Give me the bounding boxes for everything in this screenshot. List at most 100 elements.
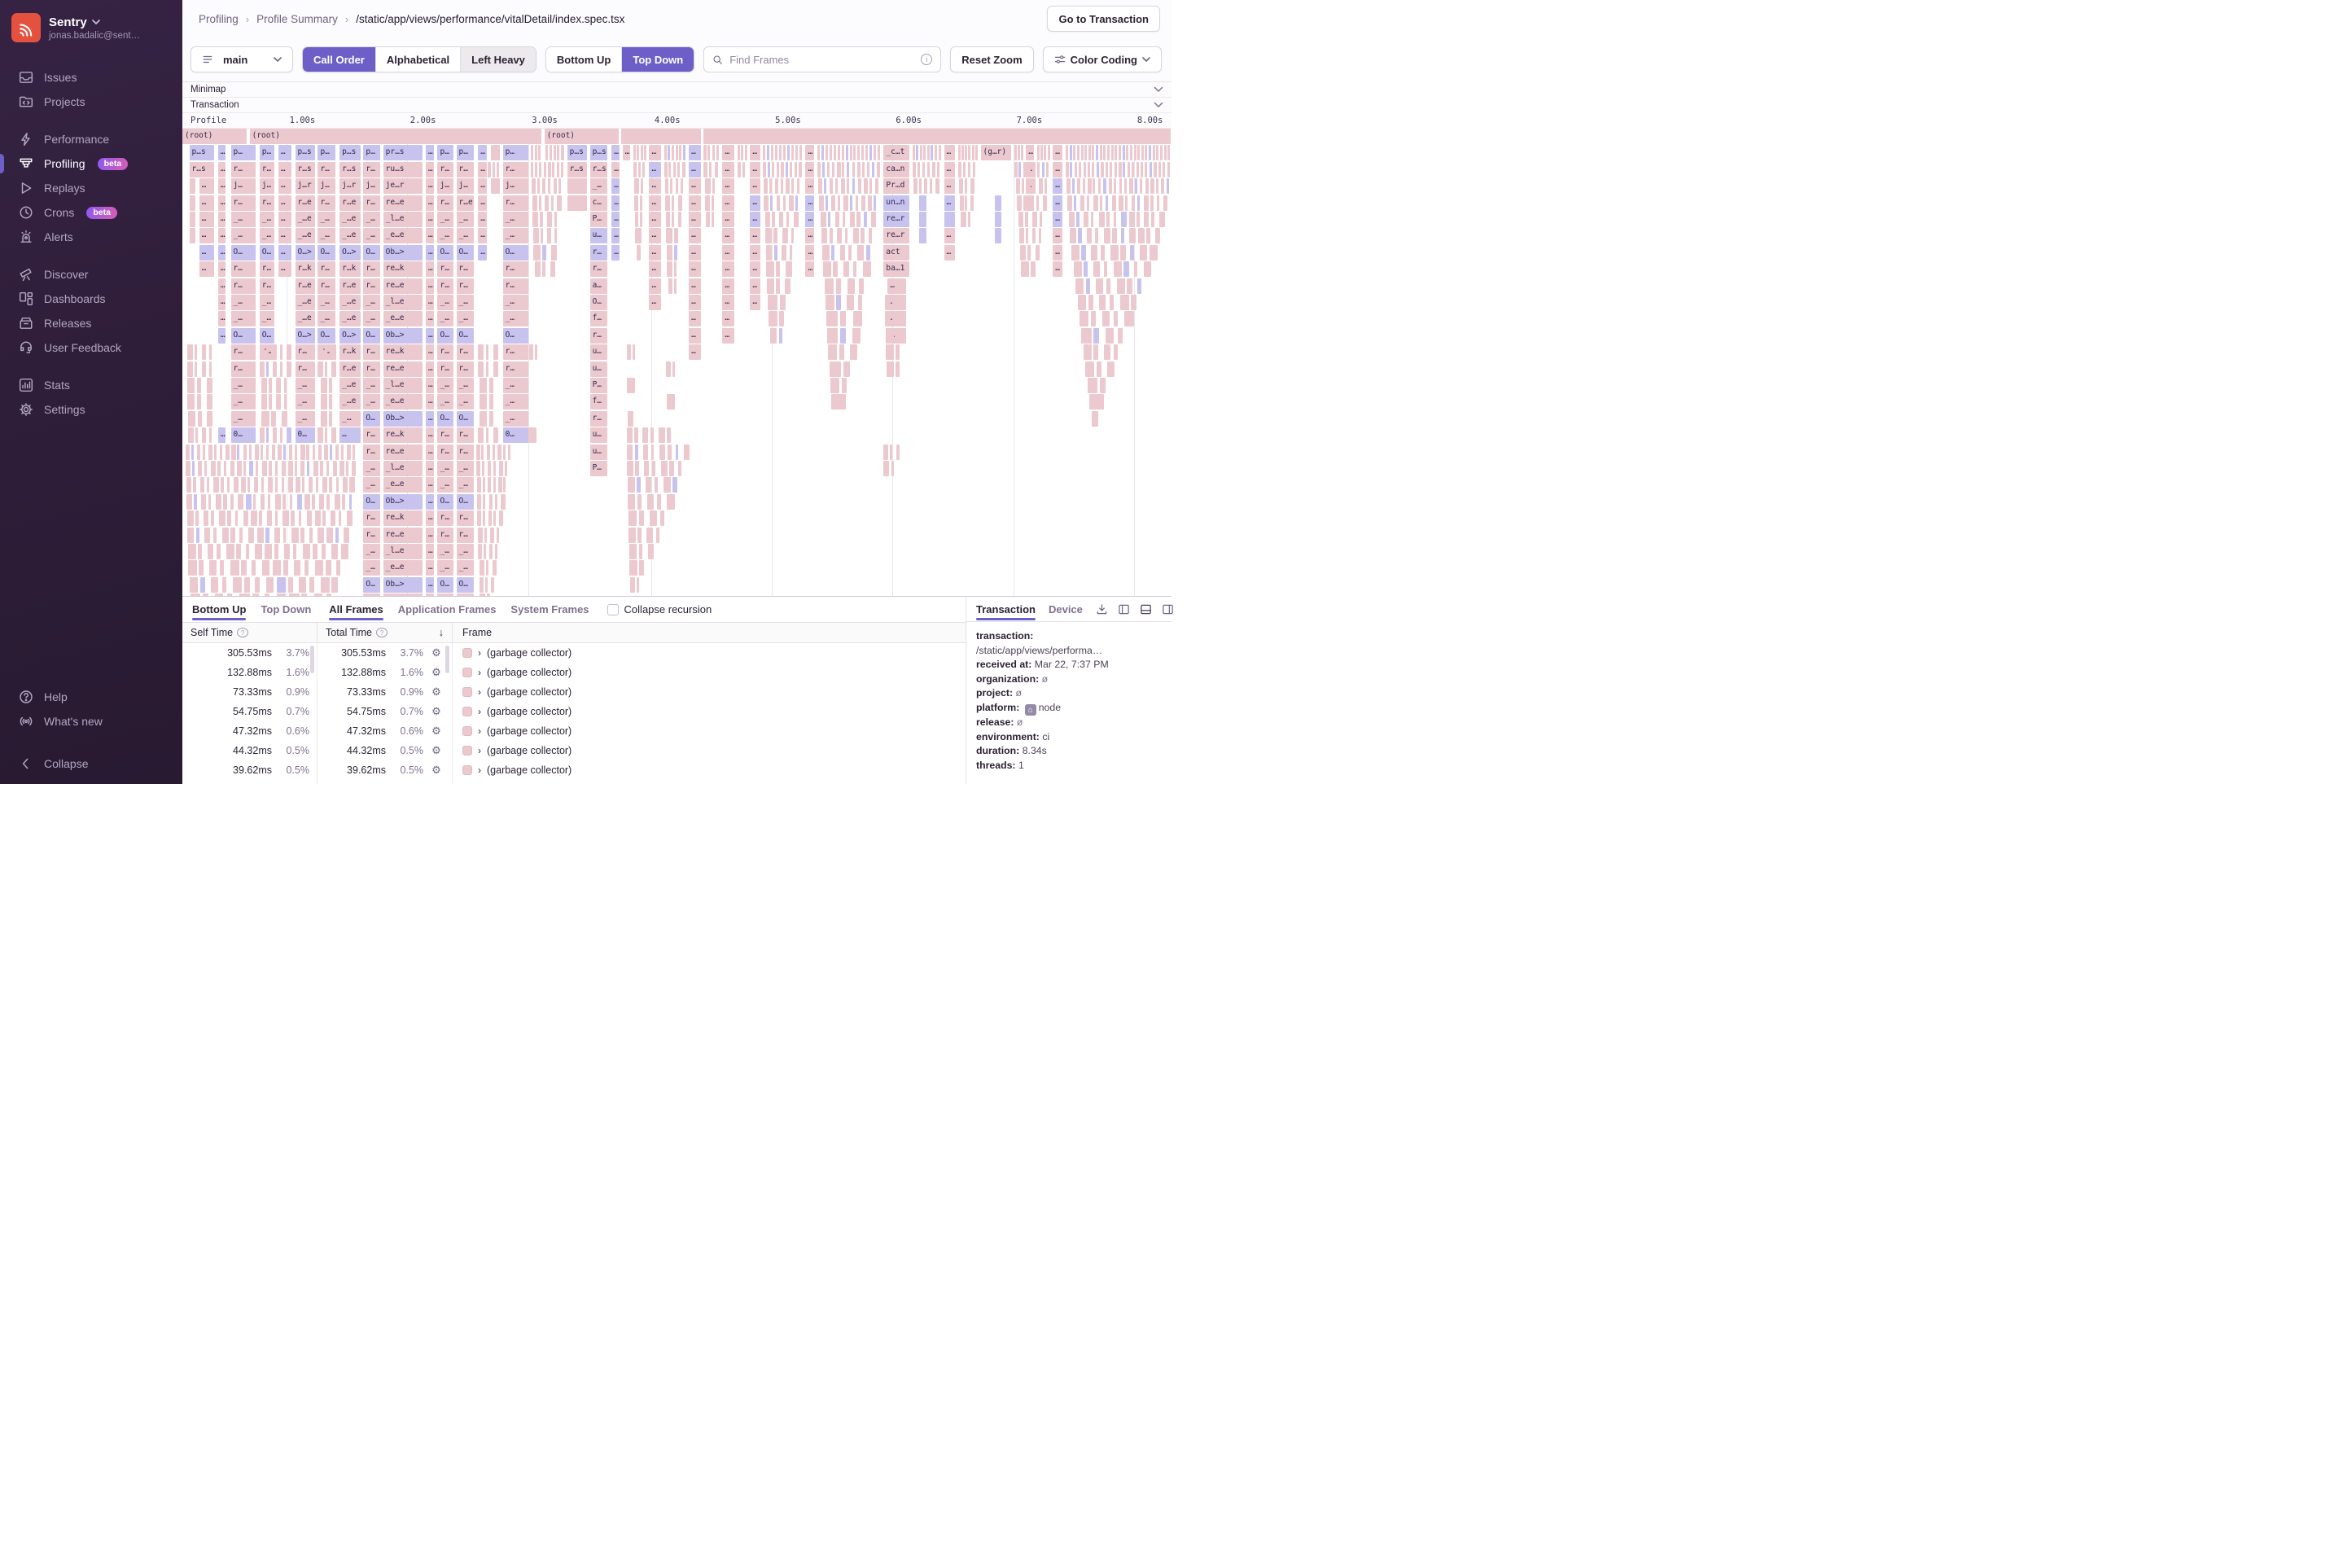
flame-frame[interactable]: [763, 162, 766, 177]
flame-frame[interactable]: …: [1026, 145, 1034, 160]
flame-frame[interactable]: [1157, 195, 1159, 211]
flame-frame[interactable]: [637, 528, 642, 543]
flame-frame[interactable]: [775, 145, 777, 160]
flame-frame[interactable]: [331, 510, 335, 526]
flame-frame[interactable]: _…: [231, 228, 256, 243]
flame-frame[interactable]: [202, 427, 206, 443]
flame-frame[interactable]: …: [426, 544, 434, 559]
flame-frame[interactable]: [197, 378, 201, 393]
flame-frame[interactable]: [1087, 228, 1093, 243]
flame-frame[interactable]: [657, 494, 660, 510]
flame-frame[interactable]: [1119, 195, 1123, 211]
flame-frame[interactable]: r…: [260, 195, 274, 211]
flame-frame[interactable]: [307, 510, 313, 526]
flame-frame[interactable]: [1021, 261, 1029, 277]
flame-frame[interactable]: [913, 178, 917, 194]
sidebar-item-performance[interactable]: Performance: [0, 127, 182, 151]
flame-frame[interactable]: [480, 394, 488, 410]
flame-frame[interactable]: …: [722, 245, 734, 261]
flame-frame[interactable]: …: [689, 178, 701, 194]
flame-frame[interactable]: [252, 593, 259, 597]
flame-frame[interactable]: [790, 245, 792, 261]
flame-frame[interactable]: _…: [437, 477, 453, 493]
flame-frame[interactable]: [968, 145, 970, 160]
flame-frame[interactable]: [1074, 261, 1082, 277]
flame-frame[interactable]: [666, 228, 672, 243]
flame-frame[interactable]: [917, 162, 920, 177]
flame-frame[interactable]: r…: [318, 195, 335, 211]
flame-frame[interactable]: [771, 145, 773, 160]
flame-frame[interactable]: _…: [231, 378, 256, 393]
flame-frame[interactable]: [260, 344, 265, 360]
color-coding-button[interactable]: Color Coding: [1043, 46, 1162, 72]
flame-frame[interactable]: _…: [363, 560, 380, 576]
flame-frame[interactable]: [485, 577, 488, 593]
flame-frame[interactable]: [972, 145, 974, 160]
flame-frame[interactable]: [1075, 278, 1084, 294]
flame-frame[interactable]: [935, 145, 937, 160]
flame-frame[interactable]: …: [611, 145, 620, 160]
flame-frame[interactable]: [817, 145, 820, 160]
flame-frame[interactable]: [531, 162, 534, 177]
flame-frame[interactable]: [313, 445, 315, 460]
flame-frame[interactable]: [835, 212, 839, 227]
flame-frame[interactable]: [968, 162, 970, 177]
flame-frame[interactable]: [342, 494, 345, 510]
flame-frame[interactable]: [222, 528, 229, 543]
flame-frame[interactable]: O…: [260, 328, 274, 344]
flame-frame[interactable]: …: [218, 145, 226, 160]
flame-frame[interactable]: …: [649, 278, 661, 294]
flame-frame[interactable]: [826, 145, 828, 160]
flame-frame[interactable]: [958, 145, 961, 160]
flame-frame[interactable]: [1115, 145, 1117, 160]
gear-icon[interactable]: ⚙: [428, 705, 445, 718]
flame-frame[interactable]: [266, 344, 269, 360]
flame-frame[interactable]: [621, 129, 700, 144]
flame-frame[interactable]: [478, 361, 484, 377]
flame-frame[interactable]: [1040, 212, 1042, 227]
flame-frame[interactable]: [275, 510, 278, 526]
flame-frame[interactable]: _…e: [339, 378, 361, 393]
flame-frame[interactable]: …: [750, 278, 760, 294]
flame-frame[interactable]: [679, 145, 681, 160]
flame-frame[interactable]: O…: [590, 295, 608, 310]
sidebar-item-crons[interactable]: Cronsbeta: [0, 200, 182, 225]
flame-frame[interactable]: r…: [296, 361, 315, 377]
flame-frame[interactable]: _…e: [339, 311, 361, 326]
flame-frame[interactable]: [795, 162, 797, 177]
flame-frame[interactable]: [219, 510, 226, 526]
flame-frame[interactable]: [886, 328, 894, 344]
flame-frame[interactable]: …: [478, 212, 487, 227]
flame-frame[interactable]: [554, 178, 558, 194]
flame-frame[interactable]: …: [1053, 212, 1062, 227]
flame-frame[interactable]: act: [883, 245, 909, 261]
flame-frame[interactable]: [1150, 162, 1152, 177]
flame-frame[interactable]: [817, 162, 821, 177]
flame-frame[interactable]: [635, 212, 638, 227]
flame-frame[interactable]: [268, 477, 273, 493]
flame-frame[interactable]: [919, 195, 926, 211]
flame-frame[interactable]: [785, 278, 790, 294]
flame-frame[interactable]: [321, 577, 330, 593]
flame-frame[interactable]: [1167, 162, 1170, 177]
flame-frame[interactable]: [828, 344, 837, 360]
flame-frame[interactable]: r…: [437, 427, 453, 443]
flame-frame[interactable]: [352, 461, 356, 476]
flame-frame[interactable]: …: [649, 162, 661, 177]
flame-frame[interactable]: [550, 145, 552, 160]
flame-frame[interactable]: …: [689, 278, 701, 294]
flame-frame[interactable]: [628, 510, 637, 526]
flame-frame[interactable]: [1103, 178, 1106, 194]
flame-frame[interactable]: …: [278, 145, 291, 160]
flame-frame[interactable]: [1032, 162, 1036, 177]
frame-cell[interactable]: ›(garbage collector): [453, 721, 966, 741]
flame-frame[interactable]: [767, 278, 774, 294]
gear-icon[interactable]: ⚙: [428, 646, 445, 659]
flame-frame[interactable]: [274, 544, 278, 559]
expand-chevron-icon[interactable]: ›: [478, 686, 481, 698]
flame-frame[interactable]: [535, 344, 537, 360]
expand-chevron-icon[interactable]: ›: [478, 764, 481, 776]
flame-frame[interactable]: [1159, 212, 1165, 227]
flame-frame[interactable]: [211, 461, 216, 476]
flame-frame[interactable]: [1091, 212, 1093, 227]
